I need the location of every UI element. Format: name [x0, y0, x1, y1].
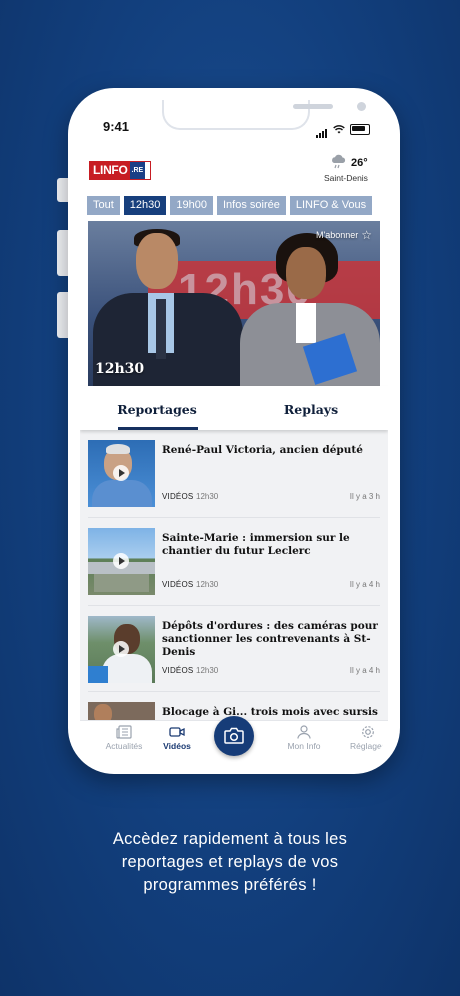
program-filter-tabs: Tout 12h30 19h00 Infos soirée LINFO & Vo…: [87, 196, 373, 215]
weather-widget[interactable]: 26° Saint-Denis: [324, 154, 382, 188]
phone-frame: 9:41 LINFO .RE 26° Saint-Denis Tout 12h3…: [68, 88, 400, 774]
thumb-face: [94, 704, 112, 720]
video-thumbnail: [88, 440, 155, 507]
tab-linfo-et-vous[interactable]: LINFO & Vous: [289, 196, 373, 215]
nav-videos[interactable]: Vidéos: [147, 725, 207, 751]
item-category: VIDÉOS: [162, 666, 194, 675]
cloud-rain-icon: [332, 154, 346, 169]
promo-caption: Accèdez rapidement à tous les reportages…: [0, 828, 460, 897]
wifi-icon: [333, 124, 345, 133]
content-segments: Reportages Replays: [80, 386, 388, 430]
tab-19h00[interactable]: 19h00: [170, 196, 213, 215]
video-thumbnail: [88, 616, 155, 683]
app-header: LINFO .RE 26° Saint-Denis: [80, 144, 388, 183]
item-time: 12h30: [196, 666, 219, 675]
play-icon: [113, 553, 129, 569]
app-screen: 9:41 LINFO .RE 26° Saint-Denis Tout 12h3…: [80, 100, 388, 762]
segment-reportages[interactable]: Reportages: [80, 386, 234, 430]
tab-12h30[interactable]: 12h30: [123, 196, 167, 215]
nav-mon-info[interactable]: Mon Info: [274, 725, 334, 751]
gear-icon: [362, 726, 374, 738]
speaker-grille: [293, 104, 333, 109]
tab-infos-soiree[interactable]: Infos soirée: [216, 196, 286, 215]
weather-temperature: 26°: [351, 157, 368, 169]
video-thumbnail: [88, 528, 155, 595]
item-ago: Il y a 4 h: [349, 666, 380, 675]
thumb-hair: [106, 444, 130, 454]
play-icon: [113, 641, 129, 657]
item-time: 12h30: [196, 580, 219, 589]
presenter-left-tie: [156, 299, 166, 359]
item-title: Sainte-Marie : immersion sur le chantier…: [162, 532, 350, 557]
report-list: René-Paul Victoria, ancien député VIDÉOS…: [80, 430, 388, 720]
item-category: VIDÉOS: [162, 492, 194, 501]
subscribe-label: M'abonner: [315, 230, 359, 240]
list-item[interactable]: René-Paul Victoria, ancien député VIDÉOS…: [80, 430, 388, 518]
video-camera-icon: [169, 727, 185, 737]
nav-videos-label: Vidéos: [163, 741, 191, 751]
caption-line: programmes préférés !: [143, 876, 317, 894]
subscribe-button[interactable]: M'abonner ☆: [316, 228, 372, 242]
camera-icon: [224, 727, 244, 744]
nav-actualites[interactable]: Actualités: [94, 725, 154, 751]
program-hero-image[interactable]: 12h30 M'abonner ☆ 12h30: [88, 221, 380, 386]
program-label: 12h30: [95, 361, 145, 377]
video-thumbnail: [88, 702, 155, 720]
nav-actualites-label: Actualités: [105, 741, 143, 751]
presenter-right-shirt: [296, 303, 316, 343]
linfo-logo[interactable]: LINFO .RE: [89, 161, 151, 180]
item-ago: Il y a 3 h: [349, 492, 380, 501]
presenter-left-head: [136, 233, 178, 289]
presenter-right-head: [286, 247, 326, 299]
item-title: Blocage à Gi... trois mois avec sursis p…: [162, 706, 378, 720]
star-icon: ☆: [361, 228, 372, 242]
caption-line: reportages et replays de vos: [121, 853, 339, 871]
status-icons: [316, 120, 370, 138]
tab-tout[interactable]: Tout: [87, 196, 120, 215]
bottom-navigation: Actualités Vidéos Mon Info Réglages: [80, 716, 388, 762]
item-title: René-Paul Victoria, ancien député: [162, 444, 363, 456]
caption-line: Accèdez rapidement à tous les: [112, 830, 348, 848]
thumb-logo: [88, 666, 108, 683]
active-segment-indicator: [118, 427, 198, 430]
front-camera: [357, 102, 366, 111]
signal-icon: [316, 120, 328, 138]
newspaper-icon: [116, 725, 132, 739]
phone-notch: [162, 100, 366, 130]
thumb-shirt: [102, 654, 152, 683]
weather-city: Saint-Denis: [324, 173, 368, 183]
item-category: VIDÉOS: [162, 580, 194, 589]
nav-mon-info-label: Mon Info: [287, 741, 321, 751]
list-item[interactable]: Dépôts d'ordures : des caméras pour sanc…: [80, 606, 388, 692]
nav-reglages[interactable]: Réglages: [338, 725, 388, 751]
play-icon: [113, 465, 129, 481]
camera-button[interactable]: [214, 716, 254, 756]
thumb-shirt: [92, 480, 152, 507]
nav-reglages-label: Réglages: [350, 741, 386, 751]
item-time: 12h30: [196, 492, 219, 501]
thumb-ground: [94, 574, 149, 592]
segment-replays[interactable]: Replays: [234, 386, 388, 430]
battery-icon: [350, 123, 370, 135]
status-time: 9:41: [103, 119, 130, 134]
user-icon: [297, 725, 311, 739]
list-item[interactable]: Sainte-Marie : immersion sur le chantier…: [80, 518, 388, 606]
item-ago: Il y a 4 h: [349, 580, 380, 589]
item-title: Dépôts d'ordures : des caméras pour sanc…: [162, 620, 378, 658]
